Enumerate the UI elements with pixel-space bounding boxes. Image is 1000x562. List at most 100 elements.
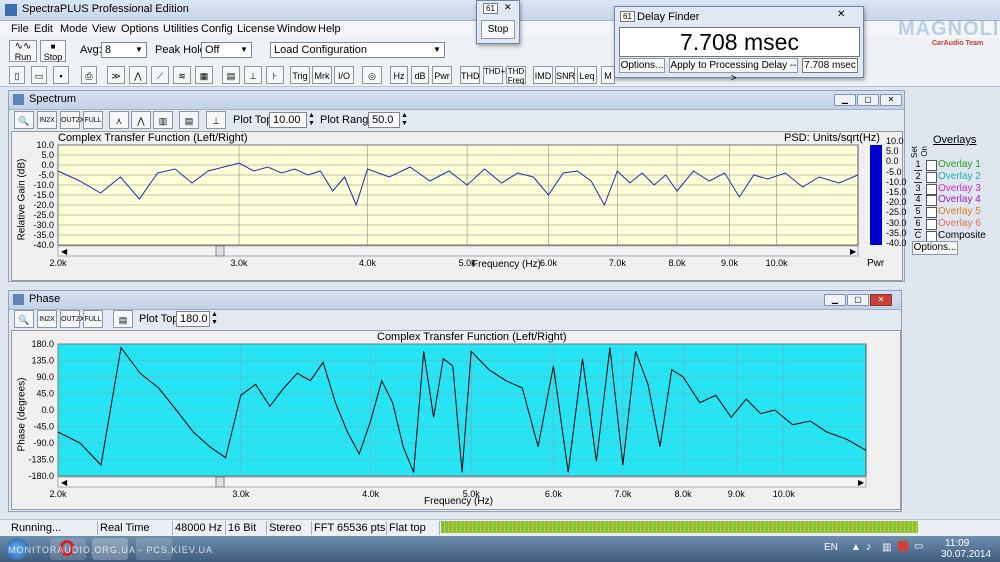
maximize-icon[interactable]: ▢ xyxy=(847,294,869,306)
chart-icon[interactable]: ⊥ xyxy=(244,66,262,84)
action-center-icon[interactable] xyxy=(898,541,908,551)
language-indicator[interactable]: EN xyxy=(824,542,838,553)
menu-config[interactable]: Config xyxy=(201,23,233,35)
overlay-checkbox[interactable] xyxy=(926,171,937,183)
spectrum-plot-range-input[interactable]: 50.0 xyxy=(368,112,400,128)
menu-utilities[interactable]: Utilities xyxy=(163,23,198,35)
menu-mode[interactable]: Mode xyxy=(60,23,88,35)
network-icon[interactable]: ▥ xyxy=(882,542,891,553)
properties-icon[interactable]: ▤ xyxy=(179,111,199,129)
new-icon[interactable]: ▯ xyxy=(9,66,25,84)
markers-button[interactable]: Mrk xyxy=(312,66,332,84)
floating-stop-button[interactable]: Stop xyxy=(481,20,515,39)
minimize-icon[interactable]: ▁ xyxy=(824,294,846,306)
menu-view[interactable]: View xyxy=(92,23,116,35)
db-button[interactable]: dB xyxy=(411,66,429,84)
overlays-options-button[interactable]: Options... xyxy=(912,241,958,255)
peak-hold-select[interactable]: Off ▼ xyxy=(201,42,252,58)
menu-window[interactable]: Window xyxy=(277,23,316,35)
generator-icon[interactable]: ◎ xyxy=(362,66,382,84)
scale-icon[interactable]: ⊥ xyxy=(206,111,226,129)
waterfall-icon[interactable]: ≋ xyxy=(173,66,191,84)
overlay-set-number[interactable]: 6 xyxy=(914,218,922,230)
close-icon[interactable]: ✕ xyxy=(837,9,845,20)
zoom-out-full-icon[interactable]: FULL xyxy=(83,111,103,129)
stop-button[interactable]: ■ Stop xyxy=(40,40,66,62)
menu-license[interactable]: License xyxy=(237,23,275,35)
menu-file[interactable]: File xyxy=(11,23,29,35)
menu-edit[interactable]: Edit xyxy=(34,23,53,35)
thd-n-button[interactable]: THD+N xyxy=(483,66,511,84)
load-configuration-select[interactable]: Load Configuration ▼ xyxy=(270,42,445,58)
clock-time[interactable]: 11:09 xyxy=(945,538,969,549)
open-icon[interactable]: ▭ xyxy=(31,66,47,84)
snr-button[interactable]: SNR xyxy=(555,66,575,84)
overlay-row[interactable]: 6 Overlay 6 xyxy=(914,218,998,230)
filter-icon[interactable]: ≫ xyxy=(107,66,125,84)
zoom-in-2x-icon[interactable]: IN2X xyxy=(37,310,57,328)
phase-plot-top-spinner[interactable]: ▲ ▼ xyxy=(211,311,218,327)
line-plot-icon[interactable]: ⋏ xyxy=(109,111,129,129)
sweep-icon[interactable]: ⟋ xyxy=(151,66,169,84)
overlay-set-number[interactable]: 1 xyxy=(914,159,922,171)
bar-plot-icon[interactable]: ▥ xyxy=(153,111,173,129)
zoom-icon[interactable]: 🔍 xyxy=(14,111,34,129)
spectrum-plot-top-input[interactable]: 10.00 xyxy=(269,112,307,128)
more-button[interactable]: M xyxy=(601,66,615,84)
spectrogram-icon[interactable]: ▦ xyxy=(195,66,213,84)
spectrum-plot-top-spinner[interactable]: ▲ ▼ xyxy=(308,112,315,128)
phase-plot[interactable]: 180.0 135.0 90.0 45.0 0.0 -45.0 -90.0 -135.0 -18… xyxy=(12,331,900,509)
save-icon[interactable]: ▪ xyxy=(53,66,69,84)
close-icon[interactable]: ✕ xyxy=(504,2,512,13)
run-button[interactable]: ∿∿ Run xyxy=(9,40,37,62)
marker-icon[interactable]: ⊦ xyxy=(266,66,284,84)
close-icon[interactable]: ✕ xyxy=(880,94,902,106)
area-plot-icon[interactable]: ⋀ xyxy=(131,111,151,129)
clock-date[interactable]: 30.07.2014 xyxy=(941,549,991,560)
overlay-row[interactable]: 4 Overlay 4 xyxy=(914,194,998,207)
zoom-out-2x-icon[interactable]: OUT2X xyxy=(60,111,84,129)
signal-icon[interactable]: ⋀ xyxy=(129,66,147,84)
overlay-checkbox[interactable] xyxy=(926,218,937,230)
zoom-in-2x-icon[interactable]: IN2X xyxy=(37,111,57,129)
overlay-row[interactable]: 1 Overlay 1 xyxy=(914,159,998,171)
leq-button[interactable]: Leq xyxy=(577,66,597,84)
overlay-set-number[interactable]: 2 xyxy=(914,171,922,183)
phase-plot-top-input[interactable]: 180.0 xyxy=(176,311,210,327)
apply-processing-delay-button[interactable]: Apply to Processing Delay --> xyxy=(669,58,798,84)
menu-options[interactable]: Options xyxy=(121,23,159,35)
spectrum-plot[interactable]: 10.05.00.0-5.0-10.0-15.0-20.0-25.0-30.0-… xyxy=(12,132,902,280)
thd-freq-button[interactable]: THD Freq xyxy=(506,66,526,85)
volume-icon[interactable]: ♪ xyxy=(866,541,872,553)
close-icon[interactable]: ✕ xyxy=(870,294,892,306)
menu-help[interactable]: Help xyxy=(318,23,341,35)
trigger-button[interactable]: Trig xyxy=(290,66,310,84)
zoom-icon[interactable]: 🔍 xyxy=(14,310,34,328)
overlay-checkbox[interactable] xyxy=(926,183,937,195)
pwr-button[interactable]: Pwr xyxy=(432,66,452,84)
overlay-checkbox[interactable] xyxy=(926,207,937,219)
overlay-set-number[interactable]: 5 xyxy=(914,206,922,219)
imd-button[interactable]: IMD xyxy=(533,66,553,84)
overlay-checkbox[interactable] xyxy=(926,195,937,207)
zoom-out-full-icon[interactable]: FULL xyxy=(83,310,103,328)
overlay-row[interactable]: C Composite xyxy=(914,230,998,242)
zoom-out-2x-icon[interactable]: OUT2X xyxy=(60,310,84,328)
spectrum-plot-range-spinner[interactable]: ▲ ▼ xyxy=(401,112,408,128)
maximize-icon[interactable]: ▢ xyxy=(857,94,879,106)
minimize-icon[interactable]: ▁ xyxy=(834,94,856,106)
overlay-set-number[interactable]: 3 xyxy=(914,183,922,195)
overlay-row[interactable]: 3 Overlay 3 xyxy=(914,183,998,195)
overlay-row[interactable]: 5 Overlay 5 xyxy=(914,206,998,219)
report-icon[interactable]: ▤ xyxy=(222,66,240,84)
tray-chevron-icon[interactable]: ▲ xyxy=(851,542,861,553)
overlay-row[interactable]: 2 Overlay 2 xyxy=(914,171,998,183)
print-icon[interactable]: ⎙ xyxy=(81,66,97,84)
delay-options-button[interactable]: Options... xyxy=(619,58,665,73)
overlay-checkbox[interactable] xyxy=(926,160,937,171)
overlay-set-number[interactable]: C xyxy=(914,230,922,242)
display-icon[interactable]: ▭ xyxy=(914,541,923,552)
hz-button[interactable]: Hz xyxy=(390,66,408,84)
thd-button[interactable]: THD xyxy=(460,66,480,84)
avg-select[interactable]: 8 ▼ xyxy=(101,42,147,58)
